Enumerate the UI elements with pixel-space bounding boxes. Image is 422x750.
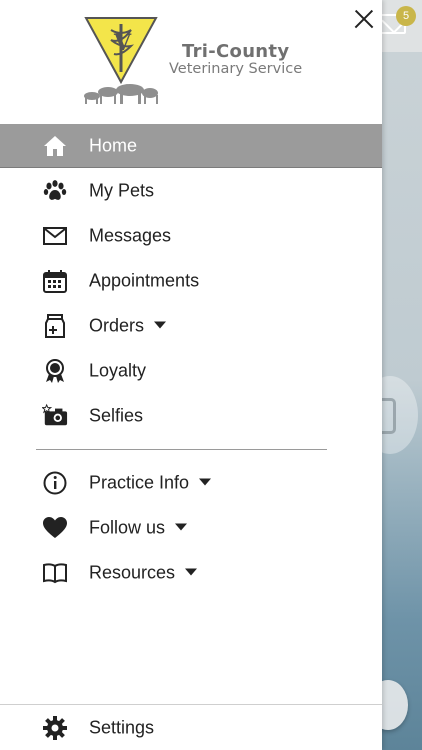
chevron-down-icon [175,523,188,530]
menu-item-label: Appointments [89,270,200,290]
menu-item-appointments[interactable]: Appointments [0,258,382,303]
floating-action-button [382,680,408,730]
secondary-menu: Practice Info Follow us Resources [0,460,382,595]
background-app: 5 [382,0,422,750]
logo-subtitle: Veterinary Service [169,61,303,77]
menu-item-home[interactable]: Home [0,124,382,168]
menu-item-practice-info[interactable]: Practice Info [0,460,382,505]
menu-item-label: Settings [89,717,155,737]
calendar-icon [43,269,67,293]
paw-icon [43,179,67,200]
logo-title: Tri-County [182,41,290,62]
menu-item-label: Follow us [89,517,188,538]
envelope-icon [43,226,67,245]
menu-item-follow-us[interactable]: Follow us [0,505,382,550]
menu-item-label: Messages [89,225,172,245]
menu-item-resources[interactable]: Resources [0,550,382,595]
notification-badge: 5 [396,6,416,26]
menu-item-settings[interactable]: Settings [0,705,382,750]
home-icon [44,135,66,156]
navigation-drawer: V Tri-County Veterinary Service Home My … [0,0,382,750]
menu-item-label: Resources [89,562,198,583]
menu-item-label: Home [89,135,138,155]
menu-item-label: My Pets [89,180,155,200]
book-icon [43,562,67,583]
menu-item-orders[interactable]: Orders [0,303,382,348]
camera-icon [42,403,68,425]
menu-item-loyalty[interactable]: Loyalty [0,348,382,393]
svg-text:V: V [113,30,132,56]
menu-item-label: Practice Info [89,472,212,493]
menu-item-label: Loyalty [89,360,147,380]
primary-menu: Home My Pets Messages Appointments Order… [0,124,382,438]
menu-item-selfies[interactable]: Selfies [0,393,382,438]
menu-item-my-pets[interactable]: My Pets [0,168,382,213]
menu-item-label: Selfies [89,405,144,425]
heart-icon [43,516,67,538]
menu-item-messages[interactable]: Messages [0,213,382,258]
award-ribbon-icon [46,358,64,383]
close-icon[interactable] [350,6,378,34]
menu-item-label: Orders [89,315,167,336]
jar-icon [382,398,396,434]
menu-divider [36,449,327,450]
chevron-down-icon [199,478,212,485]
medicine-bag-icon [45,313,65,338]
info-icon [43,471,67,494]
gear-icon [43,715,67,740]
chevron-down-icon [154,321,167,328]
chevron-down-icon [185,568,198,575]
